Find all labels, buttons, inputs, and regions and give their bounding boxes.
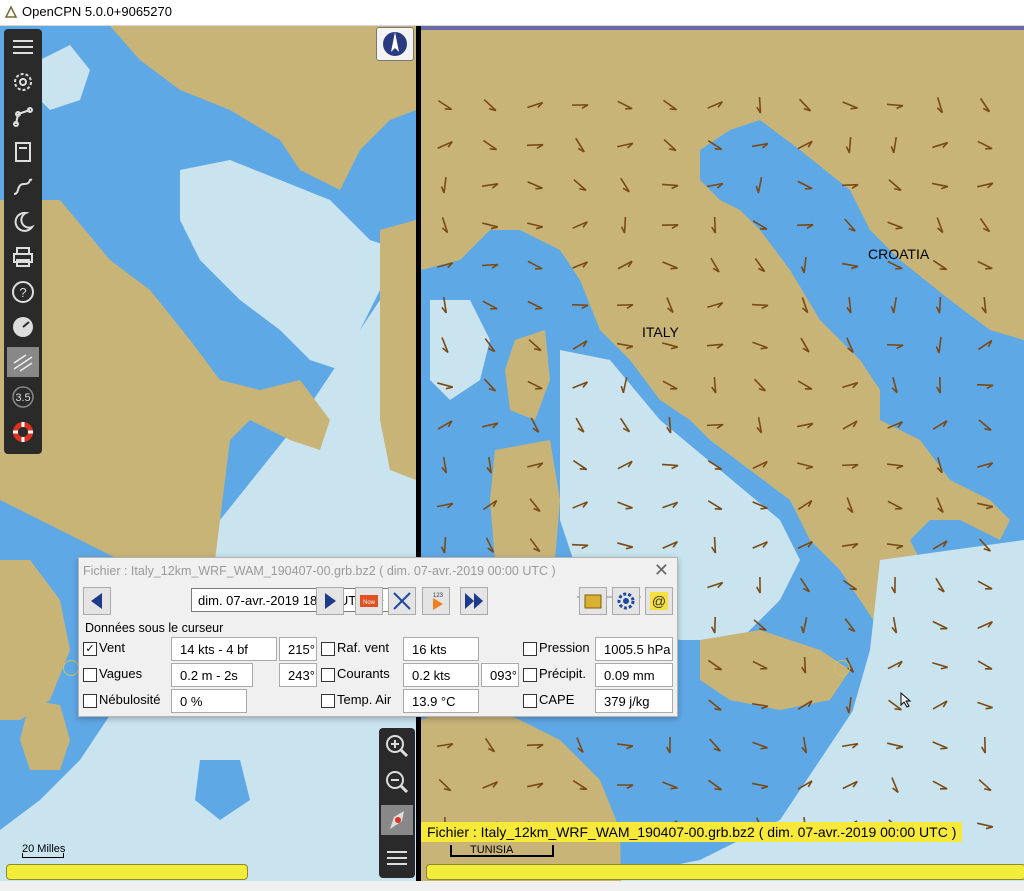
vagues-direction: 243°: [279, 663, 317, 687]
chart-left-map: [0, 26, 416, 830]
vent-checkbox[interactable]: ✓: [83, 642, 97, 656]
scale-label-right: TUNISIA: [470, 844, 514, 856]
grib-file-banner: Fichier : Italy_12km_WRF_WAM_190407-00.g…: [421, 822, 963, 842]
ship-icon[interactable]: [381, 805, 413, 835]
svg-text:@: @: [652, 593, 666, 609]
vent-label: Vent: [99, 640, 126, 655]
folder-icon: [584, 594, 602, 609]
settings-button[interactable]: [612, 587, 640, 615]
window-title: OpenCPN 5.0.0+9065270: [22, 4, 172, 19]
compass-icon: [383, 32, 407, 56]
now-button[interactable]: Now: [355, 587, 383, 615]
now-icon: Now: [360, 595, 378, 607]
zoom-out-icon[interactable]: [381, 767, 413, 797]
cape-value: 379 j/kg: [595, 689, 673, 713]
vagues-label: Vagues: [99, 666, 143, 681]
rafales-checkbox[interactable]: [321, 642, 335, 656]
scale-bar-left: [22, 853, 64, 858]
status-bar-right: [426, 864, 1024, 880]
vent-direction: 215°: [279, 637, 317, 661]
interpolate-button[interactable]: 123: [422, 587, 450, 615]
map-label-croatia: CROATIA: [868, 246, 930, 262]
zoom-toolbar: [379, 728, 415, 878]
menu-icon[interactable]: [381, 843, 413, 873]
courants-direction: 093°: [481, 663, 519, 687]
scale-icon[interactable]: 3.5: [7, 382, 39, 412]
vagues-checkbox[interactable]: [83, 668, 97, 682]
print-icon[interactable]: [7, 242, 39, 272]
svg-text:123: 123: [433, 593, 444, 599]
vent-value: 14 kts - 4 bf: [171, 637, 277, 661]
layers-icon[interactable]: [7, 137, 39, 167]
pression-value: 1005.5 hPa: [595, 637, 673, 661]
temp-air-value: 13.9 °C: [403, 689, 479, 713]
settings-icon[interactable]: [7, 67, 39, 97]
route-icon[interactable]: [7, 102, 39, 132]
temp-air-label: Temp. Air: [337, 692, 392, 707]
north-up-button[interactable]: [376, 27, 414, 61]
courants-value: 0.2 kts: [403, 663, 479, 687]
status-bar-left: [6, 864, 248, 880]
title-bar: OpenCPN 5.0.0+9065270: [0, 0, 1024, 26]
pression-label: Pression: [539, 640, 590, 655]
zoom-to-center-button[interactable]: [388, 587, 416, 615]
cursor-crosshair-left: [63, 660, 79, 676]
svg-text:?: ?: [19, 285, 26, 300]
main-toolbar: ? 3.5: [4, 29, 42, 454]
temp-air-checkbox[interactable]: [321, 694, 335, 708]
grib-dialog: Fichier : Italy_12km_WRF_WAM_190407-00.g…: [78, 557, 678, 717]
grib-dialog-title: Fichier : Italy_12km_WRF_WAM_190407-00.g…: [83, 564, 556, 578]
close-icon[interactable]: ✕: [654, 560, 669, 581]
precipit-value: 0.09 mm: [595, 663, 673, 687]
grib-icon[interactable]: [7, 347, 39, 377]
expand-icon: [393, 592, 411, 610]
pression-checkbox[interactable]: [523, 642, 537, 656]
app-icon: [4, 5, 18, 18]
svg-text:3.5: 3.5: [15, 392, 30, 404]
chart-left[interactable]: [0, 26, 416, 881]
bottom-status-bar: [0, 881, 1024, 891]
nebulosite-checkbox[interactable]: [83, 694, 97, 708]
cape-checkbox[interactable]: [523, 694, 537, 708]
chart-right-map: [421, 26, 1024, 881]
courants-label: Courants: [337, 666, 390, 681]
next-time-button[interactable]: [316, 587, 344, 615]
lifering-icon[interactable]: [7, 417, 39, 447]
nebulosite-value: 0 %: [171, 689, 247, 713]
precipit-label: Précipit.: [539, 666, 586, 681]
at-icon: @: [650, 592, 668, 610]
help-icon[interactable]: ?: [7, 277, 39, 307]
dashboard-icon[interactable]: [7, 312, 39, 342]
track-icon[interactable]: [7, 172, 39, 202]
menu-icon[interactable]: [7, 32, 39, 62]
nebulosite-label: Nébulosité: [99, 692, 161, 707]
arrow-right-icon: [325, 593, 336, 609]
arrow-left-icon: [91, 593, 102, 609]
fast-forward-icon: [465, 593, 483, 609]
svg-text:Now: Now: [363, 600, 376, 606]
prev-time-button[interactable]: [83, 587, 111, 615]
cape-label: CAPE: [539, 692, 575, 707]
play-step-icon: 123: [433, 593, 444, 610]
chart-right[interactable]: CROATIA ITALY: [421, 26, 1024, 881]
rafales-value: 16 kts: [403, 637, 479, 661]
moon-icon[interactable]: [7, 207, 39, 237]
precipit-checkbox[interactable]: [523, 668, 537, 682]
chart-focus-strip: [421, 26, 1024, 30]
map-label-italy: ITALY: [642, 324, 679, 340]
vagues-value: 0.2 m - 2s: [171, 663, 253, 687]
rafales-label: Raf. vent: [337, 640, 390, 655]
open-file-button[interactable]: [579, 587, 607, 615]
gear-icon: [617, 592, 635, 610]
cursor-crosshair-right: [834, 660, 850, 676]
request-button[interactable]: @: [645, 587, 673, 615]
mouse-cursor-icon: [900, 691, 912, 711]
zoom-in-icon[interactable]: [381, 731, 413, 761]
cursor-data-label: Données sous le curseur: [85, 621, 224, 635]
play-button[interactable]: [460, 587, 488, 615]
courants-checkbox[interactable]: [321, 668, 335, 682]
